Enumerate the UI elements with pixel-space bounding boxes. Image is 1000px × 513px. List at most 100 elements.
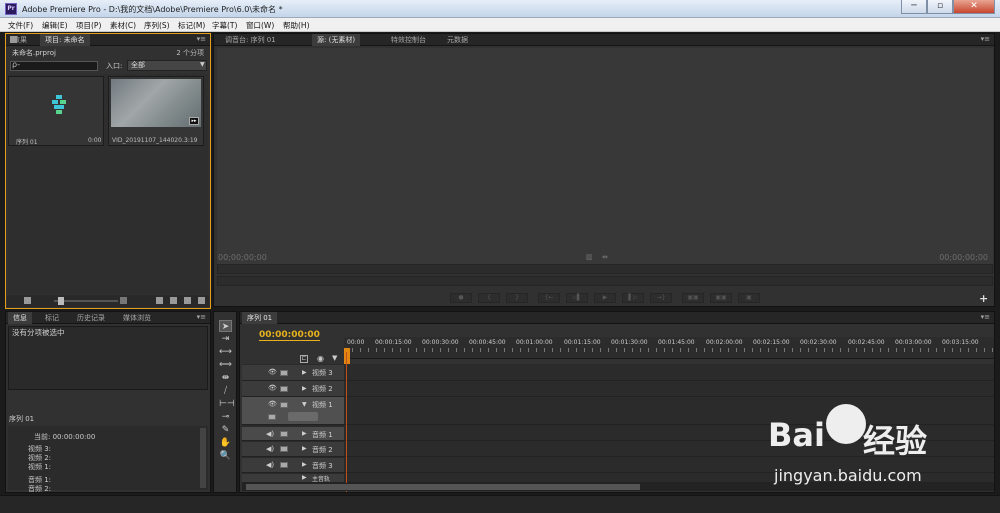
speaker-icon[interactable]: ◀) <box>266 461 274 469</box>
track-lane-video-3[interactable] <box>344 365 994 381</box>
snap-icon[interactable]: ⊏ <box>300 355 308 363</box>
expand-icon[interactable]: ▶ <box>302 369 307 376</box>
icon-view-icon[interactable] <box>24 297 31 304</box>
timecode-duration: 00;00;00;00 <box>939 253 988 262</box>
expand-icon[interactable]: ▶ <box>302 385 307 392</box>
menu-sequence[interactable]: 序列(S) <box>144 20 170 31</box>
search-input[interactable] <box>10 61 98 71</box>
automate-icon[interactable] <box>120 297 127 304</box>
insert-button[interactable]: ▣▣ <box>682 293 704 303</box>
find-icon[interactable] <box>156 297 163 304</box>
eye-icon[interactable]: 👁 <box>268 384 277 392</box>
selection-tool-icon[interactable]: ➤ <box>219 320 232 332</box>
film-icon[interactable] <box>280 370 288 376</box>
minimize-button[interactable]: ─ <box>901 0 927 14</box>
step-forward-button[interactable]: ▌▷ <box>622 293 644 303</box>
eye-icon[interactable]: 👁 <box>268 368 277 376</box>
mark-in-button[interactable]: { <box>478 293 500 303</box>
expand-icon[interactable]: ▶ <box>302 461 307 468</box>
film-icon[interactable] <box>280 386 288 392</box>
film-icon[interactable] <box>280 402 288 408</box>
in-point-select[interactable]: 全部 <box>127 60 207 71</box>
baidu-paw-logo-icon <box>826 404 866 444</box>
go-to-out-button[interactable]: →} <box>650 293 672 303</box>
marker-icon[interactable]: ◉ <box>317 354 324 363</box>
tab-source[interactable]: 源: (无素材) <box>312 34 361 46</box>
slip-tool-icon[interactable]: ⊢⊣ <box>219 398 235 410</box>
sync-lock-icon[interactable] <box>280 446 288 452</box>
maximize-button[interactable]: ▫ <box>927 0 953 14</box>
clip-video[interactable]: ▸▸ <box>108 76 204 146</box>
expand-icon[interactable]: ▶ <box>302 430 307 437</box>
add-marker-button[interactable]: ● <box>450 293 472 303</box>
eye-icon[interactable]: 👁 <box>268 400 277 408</box>
delete-icon[interactable] <box>198 297 205 304</box>
timecode-current[interactable]: 00;00;00;00 <box>218 253 267 262</box>
tab-info[interactable]: 信息 <box>8 312 32 324</box>
playhead[interactable] <box>344 348 350 364</box>
overwrite-button[interactable]: ▣▣ <box>710 293 732 303</box>
track-lane-video-2[interactable] <box>344 381 994 397</box>
track-select-tool-icon[interactable]: ⇥ <box>219 333 232 345</box>
clip-sequence-01[interactable] <box>8 76 104 146</box>
safe-margin-icon[interactable]: ▥ <box>586 253 593 261</box>
panel-menu-icon[interactable]: ▾≡ <box>197 35 206 43</box>
step-back-button[interactable]: ◁▌ <box>566 293 588 303</box>
flag-icon[interactable]: ▼ <box>332 354 337 362</box>
keyframe-navigator[interactable] <box>288 412 318 421</box>
zoom-slider-handle[interactable] <box>58 297 64 305</box>
mark-out-button[interactable]: } <box>506 293 528 303</box>
list-view-icon[interactable] <box>10 36 17 43</box>
rate-stretch-tool-icon[interactable]: ⇼ <box>219 372 232 384</box>
expand-icon[interactable]: ▶ <box>302 474 307 481</box>
time-ruler[interactable] <box>217 264 993 274</box>
tab-history[interactable]: 历史记录 <box>72 312 110 324</box>
tab-metadata[interactable]: 元数据 <box>442 34 473 46</box>
watermark-url: jingyan.baidu.com <box>774 466 922 485</box>
rolling-edit-tool-icon[interactable]: ⟺ <box>219 359 232 371</box>
hand-tool-icon[interactable]: ✋ <box>219 437 232 449</box>
speaker-icon[interactable]: ◀) <box>266 430 274 438</box>
speaker-icon[interactable]: ◀) <box>266 445 274 453</box>
tab-markers[interactable]: 标记 <box>40 312 64 324</box>
timeline-scrollbar-thumb[interactable] <box>246 484 640 490</box>
go-to-in-button[interactable]: {← <box>538 293 560 303</box>
menu-file[interactable]: 文件(F) <box>8 20 33 31</box>
new-bin-icon[interactable] <box>170 297 177 304</box>
drag-video-icon[interactable]: ⇹ <box>602 253 608 261</box>
sync-lock-icon[interactable] <box>280 462 288 468</box>
ripple-edit-tool-icon[interactable]: ⟷ <box>219 346 232 358</box>
panel-menu-icon[interactable]: ▾≡ <box>197 313 206 321</box>
ruler-label: 00:00:45:00 <box>469 339 506 346</box>
menu-help[interactable]: 帮助(H) <box>283 20 310 31</box>
panel-menu-icon[interactable]: ▾≡ <box>981 313 990 321</box>
menu-window[interactable]: 窗口(W) <box>246 20 274 31</box>
zoom-tool-icon[interactable]: 🔍 <box>219 450 232 462</box>
tab-audio-mixer[interactable]: 调音台: 序列 01 <box>220 34 281 46</box>
menu-clip[interactable]: 素材(C) <box>110 20 136 31</box>
tab-media-browser[interactable]: 媒体浏览 <box>118 312 156 324</box>
menu-project[interactable]: 项目(P) <box>76 20 101 31</box>
tab-effect-controls[interactable]: 特效控制台 <box>386 34 431 46</box>
slide-tool-icon[interactable]: ⊸ <box>219 411 232 423</box>
menu-edit[interactable]: 编辑(E) <box>42 20 68 31</box>
sync-lock-icon[interactable] <box>280 431 288 437</box>
new-item-icon[interactable] <box>184 297 191 304</box>
panel-menu-icon[interactable]: ▾≡ <box>981 35 990 43</box>
export-frame-button[interactable]: ▣ <box>738 293 760 303</box>
menu-marker[interactable]: 标记(M) <box>178 20 205 31</box>
sequence-timecode[interactable]: 00:00:00:00 <box>259 330 320 341</box>
tab-sequence-01[interactable]: 序列 01 <box>242 312 278 324</box>
zoom-bar[interactable] <box>217 276 993 286</box>
collapse-icon[interactable]: ▼ <box>302 401 307 408</box>
razor-tool-icon[interactable]: ⧸ <box>219 385 232 397</box>
tab-project[interactable]: 项目: 未命名 <box>40 34 90 46</box>
info-scrollbar[interactable] <box>200 428 206 488</box>
play-button[interactable]: ▶ <box>594 293 616 303</box>
close-button[interactable]: ✕ <box>953 0 995 14</box>
keyframe-display-icon[interactable] <box>268 414 276 420</box>
expand-icon[interactable]: ▶ <box>302 445 307 452</box>
menu-title[interactable]: 字幕(T) <box>212 20 237 31</box>
pen-tool-icon[interactable]: ✎ <box>219 424 232 436</box>
button-editor-plus-icon[interactable]: + <box>979 292 988 305</box>
